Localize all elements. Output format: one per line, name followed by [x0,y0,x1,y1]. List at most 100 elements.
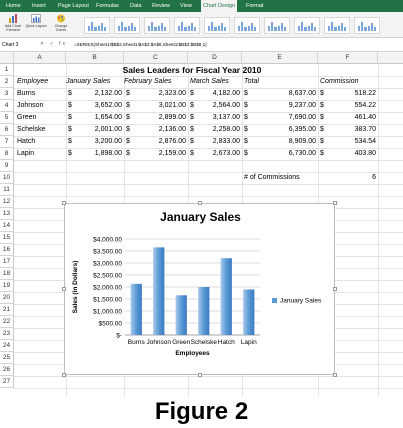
cell-march-sales[interactable]: 2,258.00 [188,124,240,136]
header-january-sales[interactable]: January Sales [66,76,110,88]
cell-january-sales[interactable]: 1,654.00 [66,112,122,124]
cell-commission[interactable]: 534.54 [318,136,376,148]
tab-insert[interactable]: Insert [30,0,48,12]
commissions-count-value[interactable]: 6 [318,172,376,184]
column-header-c[interactable]: C [124,52,188,64]
chart-style-thumbnail[interactable] [114,17,140,34]
cell-march-sales[interactable]: 2,673.00 [188,148,240,160]
cell-total[interactable]: 8,909.00 [242,136,316,148]
resize-handle[interactable] [62,373,66,377]
tab-review[interactable]: Review [150,0,172,12]
chart-style-thumbnail[interactable] [84,17,110,34]
cell-february-sales[interactable]: 2,159.00 [124,148,186,160]
tab-formulas[interactable]: Formulas [94,0,121,12]
cell-total[interactable]: 9,237.00 [242,100,316,112]
row-header[interactable]: 10 [0,172,14,184]
resize-handle[interactable] [333,201,337,205]
tab-view[interactable]: View [178,0,194,12]
cell-employee[interactable]: Burns [17,88,35,100]
january-sales-chart[interactable]: January Sales $- $500.00 $1,000.00 $1,500.0… [62,201,337,377]
formula-input[interactable]: =SERIES(Sheet1!$B$2,Sheet1!$A$3:$A$8,She… [74,41,207,49]
header-total[interactable]: Total [244,76,259,88]
row-header[interactable]: 14 [0,220,14,232]
tab-home[interactable]: Home [4,0,23,12]
cell-march-sales[interactable]: 2,564.00 [188,100,240,112]
tab-format[interactable]: Format [244,0,265,12]
row-header[interactable]: 27 [0,376,14,388]
cell-commission[interactable]: 461.40 [318,112,376,124]
cell-total[interactable]: 6,730.00 [242,148,316,160]
sheet-title[interactable]: Sales Leaders for Fiscal Year 2010 [66,64,318,76]
cell-january-sales[interactable]: 2,132.00 [66,88,122,100]
row-header[interactable]: 21 [0,304,14,316]
row-header[interactable]: 8 [0,148,14,160]
column-header-d[interactable]: D [188,52,242,64]
row-header[interactable]: 23 [0,328,14,340]
row-header[interactable]: 9 [0,160,14,172]
cell-january-sales[interactable]: 1,898.00 [66,148,122,160]
chart-style-thumbnail[interactable] [264,17,290,34]
tab-chart-design[interactable]: Chart Design [201,0,238,12]
cell-commission[interactable]: 383.70 [318,124,376,136]
resize-handle[interactable] [62,287,66,291]
chart-style-thumbnail[interactable] [354,17,380,34]
cell-total[interactable]: 7,690.00 [242,112,316,124]
chart-style-thumbnail[interactable] [174,17,200,34]
row-header[interactable]: 4 [0,100,14,112]
cell-january-sales[interactable]: 3,200.00 [66,136,122,148]
formula-fx-icon[interactable]: ✕ ✓ fx [40,41,67,47]
cell-total[interactable]: 6,395.00 [242,124,316,136]
cell-employee[interactable]: Johnson [17,100,43,112]
cell-commission[interactable]: 518.22 [318,88,376,100]
resize-handle[interactable] [62,201,66,205]
quick-layout-button[interactable]: Quick Layout [25,14,47,36]
row-header[interactable]: 26 [0,364,14,376]
chart-style-thumbnail[interactable] [234,17,260,34]
chart-style-thumbnail[interactable] [204,17,230,34]
row-header[interactable]: 6 [0,124,14,136]
name-box[interactable]: Chart 3 [2,41,30,49]
commissions-count-label[interactable]: # of Commissions [244,172,300,184]
chart-style-thumbnail[interactable] [324,17,350,34]
column-header-b[interactable]: B [66,52,124,64]
column-header-a[interactable]: A [14,52,66,64]
row-header[interactable]: 20 [0,292,14,304]
cell-total[interactable]: 8,637.00 [242,88,316,100]
row-header[interactable]: 15 [0,232,14,244]
cell-employee[interactable]: Lapin [17,148,34,160]
row-header[interactable]: 22 [0,316,14,328]
resize-handle[interactable] [198,373,202,377]
cell-february-sales[interactable]: 2,323.00 [124,88,186,100]
header-february-sales[interactable]: February Sales [124,76,171,88]
column-header-f[interactable]: F [318,52,378,64]
cell-commission[interactable]: 554.22 [318,100,376,112]
cell-january-sales[interactable]: 3,652.00 [66,100,122,112]
resize-handle[interactable] [333,287,337,291]
chart-style-thumbnail[interactable] [294,17,320,34]
header-employee[interactable]: Employee [17,76,48,88]
row-header[interactable]: 7 [0,136,14,148]
row-header[interactable]: 11 [0,184,14,196]
tab-data[interactable]: Data [128,0,144,12]
row-header[interactable]: 1 [0,64,14,76]
row-header[interactable]: 3 [0,88,14,100]
cell-february-sales[interactable]: 2,136.00 [124,124,186,136]
header-march-sales[interactable]: March Sales [190,76,229,88]
row-header[interactable]: 17 [0,256,14,268]
cell-march-sales[interactable]: 4,182.00 [188,88,240,100]
cell-employee[interactable]: Hatch [17,136,35,148]
tab-page-layout[interactable]: Page Layout [56,0,91,12]
row-header[interactable]: 13 [0,208,14,220]
header-commission[interactable]: Commission [320,76,359,88]
resize-handle[interactable] [333,373,337,377]
row-header[interactable]: 24 [0,340,14,352]
resize-handle[interactable] [198,201,202,205]
cell-february-sales[interactable]: 3,021.00 [124,100,186,112]
cell-employee[interactable]: Schelske [17,124,45,136]
row-header[interactable]: 2 [0,76,14,88]
add-chart-element-button[interactable]: Add Chart Element [2,14,24,36]
cell-march-sales[interactable]: 3,137.00 [188,112,240,124]
cell-february-sales[interactable]: 2,876.00 [124,136,186,148]
change-colors-button[interactable]: Change Colors [50,14,72,36]
row-header[interactable]: 5 [0,112,14,124]
